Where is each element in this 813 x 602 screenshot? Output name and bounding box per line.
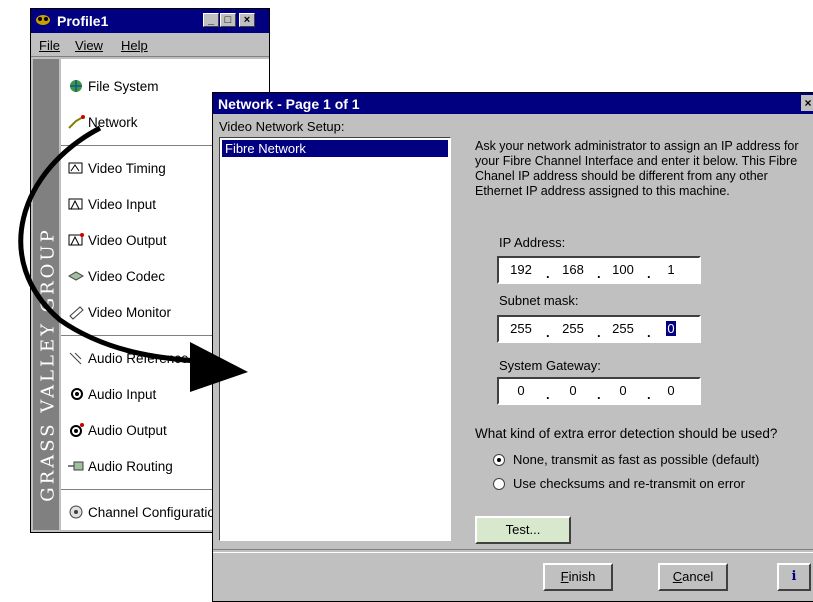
list-item-label: Channel Configuration bbox=[88, 504, 223, 520]
network-title: Network - Page 1 of 1 bbox=[218, 96, 360, 112]
subnet-octet-1: 255 bbox=[510, 321, 532, 336]
octet-separator: . bbox=[647, 325, 651, 340]
list-item-video-output[interactable]: Video Output bbox=[67, 229, 167, 251]
menu-help[interactable]: Help bbox=[121, 38, 148, 53]
system-gateway-label: System Gateway: bbox=[499, 358, 601, 373]
subnet-mask-field[interactable]: 255 . 255 . 255 . 0 bbox=[497, 315, 701, 343]
octet-separator: . bbox=[546, 325, 550, 340]
network-dialog: Network - Page 1 of 1 × Video Network Se… bbox=[212, 92, 813, 602]
gateway-octet-1: 0 bbox=[517, 383, 525, 398]
list-item-label: Network bbox=[88, 114, 138, 130]
menu-file-label: File bbox=[39, 38, 60, 53]
close-icon[interactable]: × bbox=[801, 95, 813, 111]
finish-button[interactable]: Finish bbox=[543, 563, 613, 591]
list-item-network[interactable]: Network bbox=[67, 111, 138, 133]
list-item-video-monitor[interactable]: Video Monitor bbox=[67, 301, 171, 323]
video-network-setup-label: Video Network Setup: bbox=[219, 119, 345, 134]
subnet-mask-label: Subnet mask: bbox=[499, 293, 579, 308]
list-item-video-codec[interactable]: Video Codec bbox=[67, 265, 165, 287]
octet-separator: . bbox=[647, 387, 651, 402]
subnet-octet-3: 255 bbox=[612, 321, 634, 336]
instructions-text: Ask your network administrator to assign… bbox=[475, 139, 799, 198]
network-titlebar[interactable]: Network - Page 1 of 1 × bbox=[213, 93, 813, 114]
ip-octet-3: 100 bbox=[612, 262, 634, 277]
test-button[interactable]: Test... bbox=[475, 516, 571, 544]
list-item-channel-configuration[interactable]: Channel Configuration bbox=[67, 501, 222, 523]
octet-separator: . bbox=[597, 266, 601, 281]
list-item-label: Video Monitor bbox=[88, 304, 172, 320]
list-item-label: Audio Routing bbox=[88, 458, 173, 474]
minimize-button[interactable]: _ bbox=[203, 13, 219, 27]
audio-input-icon bbox=[67, 386, 85, 402]
subnet-octet-2: 255 bbox=[562, 321, 584, 336]
menu-view[interactable]: View bbox=[75, 38, 103, 53]
video-codec-icon bbox=[67, 268, 85, 284]
list-item-label: Audio Reference bbox=[88, 350, 189, 366]
globe-icon bbox=[67, 78, 85, 94]
cancel-button[interactable]: Cancel bbox=[658, 563, 728, 591]
video-monitor-icon bbox=[67, 304, 85, 320]
ip-octet-1: 192 bbox=[510, 262, 532, 277]
video-timing-icon bbox=[67, 160, 85, 176]
subnet-octet-4-wrap: 0 bbox=[653, 321, 689, 336]
octet-separator: . bbox=[546, 387, 550, 402]
channel-config-icon bbox=[67, 504, 85, 520]
menubar: File View Help bbox=[31, 34, 269, 57]
video-output-icon bbox=[67, 232, 85, 248]
system-gateway-field[interactable]: 0 . 0 . 0 . 0 bbox=[497, 377, 701, 405]
menu-file[interactable]: File bbox=[39, 38, 60, 53]
octet-separator: . bbox=[597, 387, 601, 402]
subnet-octet-4[interactable]: 0 bbox=[666, 321, 676, 336]
octet-separator: . bbox=[546, 266, 550, 281]
menu-help-label: Help bbox=[121, 38, 148, 53]
app-icon bbox=[35, 13, 51, 27]
menu-view-label: View bbox=[75, 38, 103, 53]
info-button[interactable]: i bbox=[777, 563, 811, 591]
octet-separator: . bbox=[597, 325, 601, 340]
list-item-file-system[interactable]: File System bbox=[67, 75, 159, 97]
list-item-label: Video Codec bbox=[88, 268, 166, 284]
ip-address-field[interactable]: 192 . 168 . 100 . 1 bbox=[497, 256, 701, 284]
list-item-label: Video Input bbox=[88, 196, 157, 212]
list-item-label: Audio Input bbox=[88, 386, 157, 402]
list-item-audio-output[interactable]: Audio Output bbox=[67, 419, 167, 441]
error-detection-question: What kind of extra error detection shoul… bbox=[475, 426, 778, 441]
profile-title: Profile1 bbox=[57, 13, 109, 29]
list-item-audio-reference[interactable]: Audio Reference bbox=[67, 347, 189, 369]
octet-separator: . bbox=[647, 266, 651, 281]
list-item-fibre-network[interactable]: Fibre Network bbox=[222, 140, 448, 157]
network-type-list[interactable]: Fibre Network bbox=[219, 137, 451, 541]
profile-titlebar[interactable]: Profile1 _ □ × bbox=[31, 9, 269, 33]
list-item-label: File System bbox=[88, 78, 159, 94]
brand-sidebar: GRASS VALLEY GROUP bbox=[33, 59, 59, 530]
network-icon bbox=[67, 114, 85, 130]
list-item-video-timing[interactable]: Video Timing bbox=[67, 157, 166, 179]
close-button[interactable]: × bbox=[239, 13, 255, 27]
radio-none-label[interactable]: None, transmit as fast as possible (defa… bbox=[513, 452, 759, 467]
footer-separator bbox=[213, 549, 813, 553]
gateway-octet-3: 0 bbox=[619, 383, 627, 398]
brand-text: GRASS VALLEY GROUP bbox=[37, 227, 59, 502]
list-item-audio-routing[interactable]: Audio Routing bbox=[67, 455, 173, 477]
ip-address-label: IP Address: bbox=[499, 235, 566, 250]
maximize-button[interactable]: □ bbox=[220, 13, 236, 27]
ip-octet-4: 1 bbox=[667, 262, 675, 277]
audio-reference-icon bbox=[67, 350, 85, 366]
list-item-label: Audio Output bbox=[88, 422, 167, 438]
video-input-icon bbox=[67, 196, 85, 212]
radio-checksum-label[interactable]: Use checksums and re-transmit on error bbox=[513, 476, 745, 491]
radio-none[interactable] bbox=[493, 454, 505, 466]
list-item-audio-input[interactable]: Audio Input bbox=[67, 383, 156, 405]
radio-checksum[interactable] bbox=[493, 478, 505, 490]
list-item-video-input[interactable]: Video Input bbox=[67, 193, 156, 215]
audio-output-icon bbox=[67, 422, 85, 438]
gateway-octet-4: 0 bbox=[667, 383, 675, 398]
gateway-octet-2: 0 bbox=[569, 383, 577, 398]
ip-octet-2: 168 bbox=[562, 262, 584, 277]
list-item-label: Video Timing bbox=[88, 160, 166, 176]
audio-routing-icon bbox=[67, 458, 85, 474]
list-item-label: Video Output bbox=[88, 232, 167, 248]
